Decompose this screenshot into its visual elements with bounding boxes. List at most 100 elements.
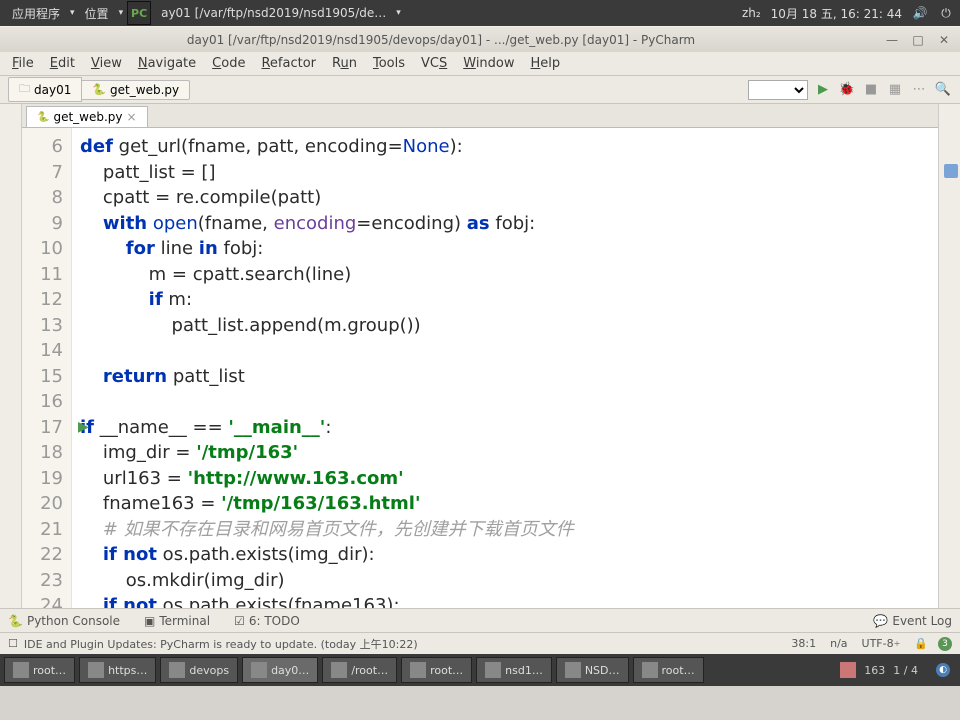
code-line[interactable]: # 如果不存在目录和网易首页文件，先创建并下载首页文件: [80, 517, 938, 543]
line-number: 24: [22, 593, 63, 608]
python-console-tab[interactable]: 🐍 Python Console: [8, 614, 120, 628]
minimize-button[interactable]: —: [884, 32, 900, 48]
navigation-bar: 🗀 day01 🐍 get_web.py ▶ 🐞 ■ ▦ ⋯ 🔍: [0, 76, 960, 104]
volume-icon[interactable]: 🔊: [912, 5, 928, 21]
workspace-switcher[interactable]: 1 / 4: [893, 664, 918, 677]
terminal-tab[interactable]: ▣ Terminal: [144, 614, 210, 628]
menu-view[interactable]: View: [83, 56, 130, 71]
menu-help[interactable]: Help: [523, 56, 569, 71]
status-icon[interactable]: ☐: [8, 637, 18, 650]
taskbar-item[interactable]: nsd1…: [476, 657, 552, 683]
datetime-indicator[interactable]: 10月 18 五, 16: 21: 44: [771, 5, 902, 22]
code-line[interactable]: patt_list = []: [80, 160, 938, 186]
line-column-indicator[interactable]: 38:1: [791, 637, 816, 650]
taskbar-app-icon: [642, 662, 658, 678]
line-number: 18: [22, 440, 63, 466]
code-line[interactable]: patt_list.append(m.group()): [80, 313, 938, 339]
taskbar-item[interactable]: /root…: [322, 657, 397, 683]
insert-mode-indicator[interactable]: n/a: [830, 637, 847, 650]
line-number: 9: [22, 211, 63, 237]
line-number: 22: [22, 542, 63, 568]
folder-icon: 🗀: [19, 80, 30, 99]
code-line[interactable]: if not os.path.exists(fname163):: [80, 593, 938, 608]
places-menu[interactable]: 位置: [79, 5, 115, 22]
editor-tab[interactable]: 🐍 get_web.py ×: [26, 106, 148, 127]
stop-icon[interactable]: ■: [862, 81, 880, 99]
encoding-indicator[interactable]: UTF-8: [862, 637, 894, 650]
taskbar-item[interactable]: root…: [401, 657, 472, 683]
debug-icon[interactable]: 🐞: [838, 81, 856, 99]
menu-navigate[interactable]: Navigate: [130, 56, 204, 71]
breadcrumb-folder[interactable]: 🗀 day01: [8, 77, 82, 102]
code-line[interactable]: return patt_list: [80, 364, 938, 390]
python-icon: 🐍: [8, 614, 23, 628]
tray-icon[interactable]: [840, 662, 856, 678]
taskbar-item-label: NSD…: [585, 664, 620, 677]
status-message[interactable]: IDE and Plugin Updates: PyCharm is ready…: [24, 636, 418, 652]
pycharm-taskbar-icon[interactable]: PC: [127, 1, 151, 25]
line-number: 10: [22, 236, 63, 262]
breadcrumb-file-label: get_web.py: [110, 83, 179, 97]
tray-badge[interactable]: ◐: [936, 663, 950, 677]
menu-edit[interactable]: Edit: [42, 56, 83, 71]
code-content[interactable]: def get_url(fname, patt, encoding=None):…: [72, 128, 938, 608]
notifications-badge[interactable]: 3: [938, 637, 952, 651]
code-line[interactable]: with open(fname, encoding=encoding) as f…: [80, 211, 938, 237]
taskbar-item-label: root…: [33, 664, 66, 677]
code-line[interactable]: [80, 338, 938, 364]
python-console-label: Python Console: [27, 614, 120, 628]
code-line[interactable]: os.mkdir(img_dir): [80, 568, 938, 594]
code-editor[interactable]: 6789101112131415161718192021222324 ▶ def…: [22, 128, 938, 608]
line-number: 15: [22, 364, 63, 390]
code-line[interactable]: def get_url(fname, patt, encoding=None):: [80, 134, 938, 160]
code-line[interactable]: img_dir = '/tmp/163': [80, 440, 938, 466]
menu-run[interactable]: Run: [324, 56, 365, 71]
code-line[interactable]: [80, 389, 938, 415]
power-icon[interactable]: ⏻: [938, 5, 954, 21]
todo-tab[interactable]: ☑ 6: TODO: [234, 614, 300, 628]
maximize-button[interactable]: □: [910, 32, 926, 48]
menu-refactor[interactable]: Refactor: [253, 56, 324, 71]
code-line[interactable]: fname163 = '/tmp/163/163.html': [80, 491, 938, 517]
more-icon[interactable]: ⋯: [910, 81, 928, 99]
taskbar-item[interactable]: day0…: [242, 657, 318, 683]
close-tab-icon[interactable]: ×: [127, 110, 137, 124]
taskbar-item[interactable]: root…: [4, 657, 75, 683]
code-line[interactable]: for line in fobj:: [80, 236, 938, 262]
line-number: 19: [22, 466, 63, 492]
close-button[interactable]: ✕: [936, 32, 952, 48]
taskbar-item[interactable]: https…: [79, 657, 156, 683]
taskbar-item[interactable]: NSD…: [556, 657, 629, 683]
menu-code[interactable]: Code: [204, 56, 253, 71]
run-icon[interactable]: ▶: [814, 81, 832, 99]
code-line[interactable]: if __name__ == '__main__':: [80, 415, 938, 441]
taskbar-item[interactable]: root…: [633, 657, 704, 683]
lock-icon[interactable]: 🔒: [914, 637, 928, 650]
code-line[interactable]: if m:: [80, 287, 938, 313]
code-line[interactable]: url163 = 'http://www.163.com': [80, 466, 938, 492]
menu-tools[interactable]: Tools: [365, 56, 413, 71]
search-icon[interactable]: 🔍: [934, 81, 952, 99]
applications-menu[interactable]: 应用程序: [6, 5, 66, 22]
left-tool-stripe[interactable]: [0, 104, 22, 608]
menu-file[interactable]: File: [4, 56, 42, 71]
breadcrumb-file[interactable]: 🐍 get_web.py: [82, 80, 190, 100]
run-config-select[interactable]: [748, 80, 808, 100]
line-number: 14: [22, 338, 63, 364]
code-line[interactable]: cpatt = re.compile(patt): [80, 185, 938, 211]
taskbar-item[interactable]: devops: [160, 657, 238, 683]
code-line[interactable]: if not os.path.exists(img_dir):: [80, 542, 938, 568]
line-number-gutter: 6789101112131415161718192021222324: [22, 128, 72, 608]
menu-vcs[interactable]: VCS: [413, 56, 455, 71]
status-bar: ☐ IDE and Plugin Updates: PyCharm is rea…: [0, 632, 960, 654]
tray-label[interactable]: 163: [864, 664, 885, 677]
layout-icon[interactable]: ▦: [886, 81, 904, 99]
terminal-label: Terminal: [159, 614, 210, 628]
error-stripe-mark[interactable]: [944, 164, 958, 178]
desktop-taskbar: root…https…devopsday0…/root…root…nsd1…NS…: [0, 654, 960, 686]
event-log-tab[interactable]: 💬 Event Log: [873, 614, 952, 628]
menu-window[interactable]: Window: [455, 56, 522, 71]
input-method-indicator[interactable]: zh₂: [742, 6, 761, 20]
right-tool-stripe[interactable]: [938, 104, 960, 608]
code-line[interactable]: m = cpatt.search(line): [80, 262, 938, 288]
